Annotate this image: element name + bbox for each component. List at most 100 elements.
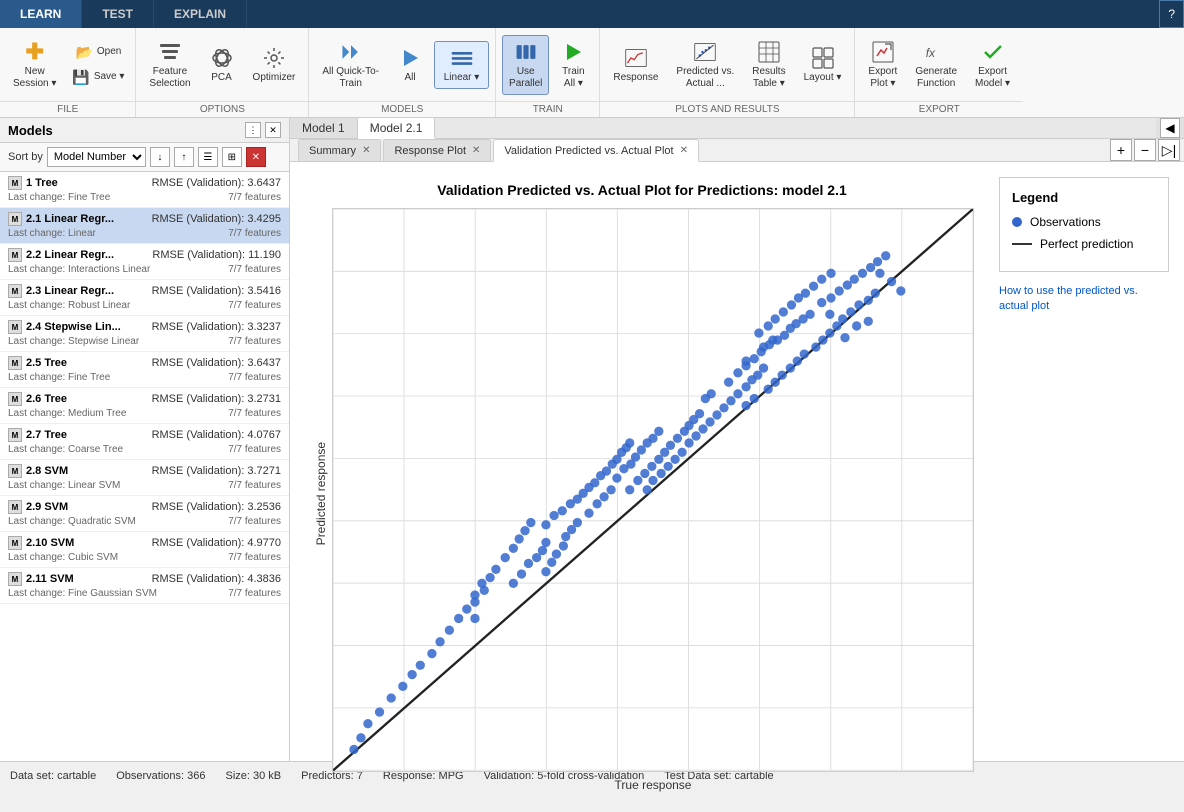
new-session-label: NewSession ▾ bbox=[13, 66, 56, 90]
train-all-button[interactable]: TrainAll ▾ bbox=[553, 35, 593, 95]
model-item-2.7[interactable]: M 2.7 Tree RMSE (Validation): 4.0767 Las… bbox=[0, 424, 289, 460]
all-label: All bbox=[404, 72, 415, 84]
chart-x-label: True response bbox=[332, 778, 974, 792]
model-features-2.4: 7/7 features bbox=[228, 336, 281, 347]
results-table-button[interactable]: ResultsTable ▾ bbox=[745, 35, 792, 95]
results-table-label: ResultsTable ▾ bbox=[752, 66, 785, 90]
grid-view-button[interactable]: ⊞ bbox=[222, 147, 242, 167]
predicted-vs-actual-icon bbox=[693, 40, 717, 64]
model-features-2.7: 7/7 features bbox=[228, 444, 281, 455]
model-name-2.11: 2.11 SVM bbox=[26, 573, 74, 585]
model-item-2.10[interactable]: M 2.10 SVM RMSE (Validation): 4.9770 Las… bbox=[0, 532, 289, 568]
model-item-1[interactable]: M 1 Tree RMSE (Validation): 3.6437 Last … bbox=[0, 172, 289, 208]
chart-title: Validation Predicted vs. Actual Plot for… bbox=[310, 182, 974, 198]
export-plot-label: ExportPlot ▾ bbox=[868, 66, 897, 90]
export-model-button[interactable]: ExportModel ▾ bbox=[968, 35, 1017, 95]
predicted-vs-actual-button[interactable]: Predicted vs.Actual ... bbox=[669, 35, 741, 95]
optimizer-button[interactable]: Optimizer bbox=[246, 41, 303, 89]
model-item-2.6[interactable]: M 2.6 Tree RMSE (Validation): 3.2731 Las… bbox=[0, 388, 289, 424]
model-last-change-2.9: Last change: Quadratic SVM bbox=[8, 516, 136, 527]
zoom-out-button[interactable]: − bbox=[1134, 139, 1156, 161]
model-last-change-2.7: Last change: Coarse Tree bbox=[8, 444, 123, 455]
chart-svg: 5 10 15 20 25 30 35 40 45 5 bbox=[333, 209, 973, 771]
model-features-2.6: 7/7 features bbox=[228, 408, 281, 419]
model-name-2.2: 2.2 Linear Regr... bbox=[26, 249, 114, 261]
model-name-2.4: 2.4 Stepwise Lin... bbox=[26, 321, 121, 333]
save-label: Save ▾ bbox=[94, 71, 125, 83]
model-rmse-2.9: RMSE (Validation): 3.2536 bbox=[152, 501, 281, 513]
pca-button[interactable]: PCA bbox=[202, 41, 242, 89]
model-list: M 1 Tree RMSE (Validation): 3.6437 Last … bbox=[0, 172, 289, 761]
delete-button[interactable]: ✕ bbox=[246, 147, 266, 167]
export-buttons: ExportPlot ▾ fx GenerateFunction ExportM… bbox=[855, 28, 1023, 101]
sort-asc-button[interactable]: ↑ bbox=[174, 147, 194, 167]
model-features-2.2: 7/7 features bbox=[228, 264, 281, 275]
sort-desc-button[interactable]: ↓ bbox=[150, 147, 170, 167]
model-features-2.9: 7/7 features bbox=[228, 516, 281, 527]
linear-button[interactable]: Linear ▾ bbox=[434, 41, 489, 89]
fit-button[interactable]: ▷| bbox=[1158, 139, 1180, 161]
toolbar: ✚ NewSession ▾ 📂 Open 💾 Save ▾ FILE bbox=[0, 28, 1184, 118]
generate-function-button[interactable]: fx GenerateFunction bbox=[908, 35, 964, 95]
feature-selection-button[interactable]: FeatureSelection bbox=[142, 35, 197, 95]
layout-icon bbox=[811, 46, 835, 70]
feature-selection-label: FeatureSelection bbox=[149, 66, 190, 90]
model-item-2.1[interactable]: M 2.1 Linear Regr... RMSE (Validation): … bbox=[0, 208, 289, 244]
all-button[interactable]: All bbox=[390, 41, 430, 89]
plot-tab-summary[interactable]: Summary ✕ bbox=[298, 139, 381, 161]
model-item-2.9[interactable]: M 2.9 SVM RMSE (Validation): 3.2536 Last… bbox=[0, 496, 289, 532]
list-view-button[interactable]: ☰ bbox=[198, 147, 218, 167]
nav-tab-learn[interactable]: LEARN bbox=[0, 0, 82, 28]
validation-tab-close[interactable]: ✕ bbox=[680, 145, 688, 156]
response-button[interactable]: Response bbox=[606, 41, 665, 89]
model-tab-1[interactable]: Model 1 bbox=[290, 118, 358, 138]
open-button[interactable]: 📂 Open bbox=[67, 41, 129, 64]
model-rmse-2.3: RMSE (Validation): 3.5416 bbox=[152, 285, 281, 297]
nav-tab-test[interactable]: TEST bbox=[82, 0, 154, 28]
model-item-2.3[interactable]: M 2.3 Linear Regr... RMSE (Validation): … bbox=[0, 280, 289, 316]
file-label: FILE bbox=[0, 101, 135, 117]
zoom-in-button[interactable]: + bbox=[1110, 139, 1132, 161]
response-tab-close[interactable]: ✕ bbox=[472, 145, 480, 156]
layout-button[interactable]: Layout ▾ bbox=[797, 41, 849, 89]
generate-function-icon: fx bbox=[924, 40, 948, 64]
save-button[interactable]: 💾 Save ▾ bbox=[67, 66, 129, 89]
use-parallel-button[interactable]: UseParallel bbox=[502, 35, 549, 95]
summary-tab-close[interactable]: ✕ bbox=[362, 145, 370, 156]
panel-close-button[interactable]: ✕ bbox=[265, 122, 281, 138]
legend-title: Legend bbox=[1012, 190, 1156, 205]
model-item-2.2[interactable]: M 2.2 Linear Regr... RMSE (Validation): … bbox=[0, 244, 289, 280]
toolbar-section-models: All Quick-To-Train All Linear ▾ MODELS bbox=[309, 28, 496, 117]
status-size: Size: 30 kB bbox=[226, 770, 282, 782]
train-all-icon bbox=[561, 40, 585, 64]
use-parallel-label: UseParallel bbox=[509, 66, 542, 90]
export-plot-button[interactable]: ExportPlot ▾ bbox=[861, 35, 904, 95]
model-item-2.5[interactable]: M 2.5 Tree RMSE (Validation): 3.6437 Las… bbox=[0, 352, 289, 388]
new-session-button[interactable]: ✚ NewSession ▾ bbox=[6, 35, 63, 95]
model-rmse-1: RMSE (Validation): 3.6437 bbox=[152, 177, 281, 189]
models-label: MODELS bbox=[309, 101, 495, 117]
model-item-2.11[interactable]: M 2.11 SVM RMSE (Validation): 4.3836 Las… bbox=[0, 568, 289, 604]
legend-help-link[interactable]: How to use the predicted vs. actual plot bbox=[999, 284, 1169, 315]
left-panel-header: Models ⋮ ✕ bbox=[0, 118, 289, 143]
train-all-label: TrainAll ▾ bbox=[562, 66, 584, 90]
panel-menu-button[interactable]: ⋮ bbox=[245, 122, 261, 138]
plot-tab-response[interactable]: Response Plot ✕ bbox=[383, 139, 491, 161]
model-item-2.8[interactable]: M 2.8 SVM RMSE (Validation): 3.7271 Last… bbox=[0, 460, 289, 496]
linear-icon bbox=[450, 46, 474, 70]
toolbar-section-file: ✚ NewSession ▾ 📂 Open 💾 Save ▾ FILE bbox=[0, 28, 136, 117]
model-item-2.4[interactable]: M 2.4 Stepwise Lin... RMSE (Validation):… bbox=[0, 316, 289, 352]
model-icon-2.4: M bbox=[8, 320, 22, 334]
plot-tab-validation[interactable]: Validation Predicted vs. Actual Plot ✕ bbox=[493, 139, 699, 162]
response-icon bbox=[624, 46, 648, 70]
model-rmse-2.10: RMSE (Validation): 4.9770 bbox=[152, 537, 281, 549]
model-tab-2-1[interactable]: Model 2.1 bbox=[358, 118, 436, 139]
models-buttons: All Quick-To-Train All Linear ▾ bbox=[309, 28, 495, 101]
model-tab-scroll-left[interactable]: ◀ bbox=[1160, 118, 1180, 138]
optimizer-label: Optimizer bbox=[253, 72, 296, 84]
response-label: Response bbox=[613, 72, 658, 84]
all-quick-to-train-button[interactable]: All Quick-To-Train bbox=[315, 35, 386, 95]
nav-tab-explain[interactable]: EXPLAIN bbox=[154, 0, 247, 28]
sort-select[interactable]: Model Number RMSE Name bbox=[47, 147, 146, 167]
help-button[interactable]: ? bbox=[1159, 0, 1184, 28]
